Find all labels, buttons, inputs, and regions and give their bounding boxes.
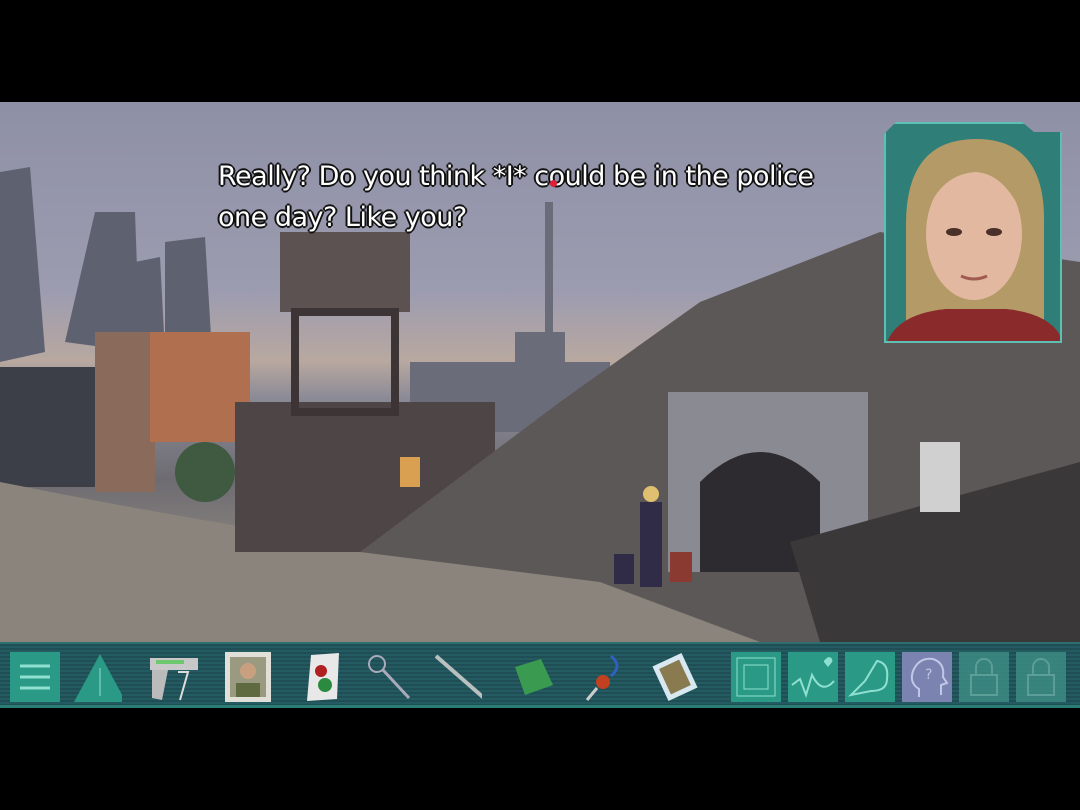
inventory-toolbar: ? <box>0 642 1080 708</box>
chip-icon <box>736 657 776 697</box>
green-book-icon <box>515 659 553 695</box>
ability-mind-button[interactable]: ? <box>902 652 952 702</box>
keychain-icon <box>585 654 619 701</box>
menu-button[interactable] <box>10 652 60 702</box>
inventory-item-playing-card[interactable] <box>298 652 348 702</box>
ability-locked-button-1[interactable] <box>959 652 1009 702</box>
menu-icon <box>20 664 50 690</box>
ability-heartbeat-button[interactable] <box>788 652 838 702</box>
inventory-item-framed-photo[interactable] <box>650 652 700 702</box>
heartbeat-icon <box>791 657 835 699</box>
triangle-icon <box>74 654 122 702</box>
inventory-item-keychain[interactable] <box>578 652 628 702</box>
inventory-item-green-book[interactable] <box>508 652 558 702</box>
scalpel-icon <box>434 654 482 699</box>
blonde-girl-portrait-icon <box>886 124 1062 343</box>
framed-photo-icon <box>652 653 698 701</box>
svg-text:?: ? <box>925 667 932 683</box>
ability-locked-button-2[interactable] <box>1016 652 1066 702</box>
inventory-item-scalpel[interactable] <box>432 652 482 702</box>
ability-strength-button[interactable] <box>845 652 895 702</box>
game-scene[interactable]: Really? Do you think *I* could be in the… <box>0 102 1080 642</box>
inventory-item-photo-man[interactable] <box>223 652 273 702</box>
lock-icon <box>970 658 998 696</box>
speaker-portrait <box>884 122 1062 343</box>
inventory-item-pistol[interactable] <box>148 652 198 702</box>
cursor-dot <box>550 180 557 187</box>
key-icon <box>368 655 411 700</box>
dialogue-subtitle: Really? Do you think *I* could be in the… <box>218 161 814 233</box>
playing-card-icon <box>307 653 339 701</box>
pistol-icon <box>150 658 198 701</box>
ability-chip-button[interactable] <box>731 652 781 702</box>
lock-icon <box>1027 658 1055 696</box>
inventory-item-key[interactable] <box>365 652 415 702</box>
strength-arm-icon <box>847 659 889 697</box>
walk-mode-button[interactable] <box>72 652 122 702</box>
photo-man-icon <box>225 652 271 702</box>
mind-question-icon: ? <box>910 657 949 697</box>
